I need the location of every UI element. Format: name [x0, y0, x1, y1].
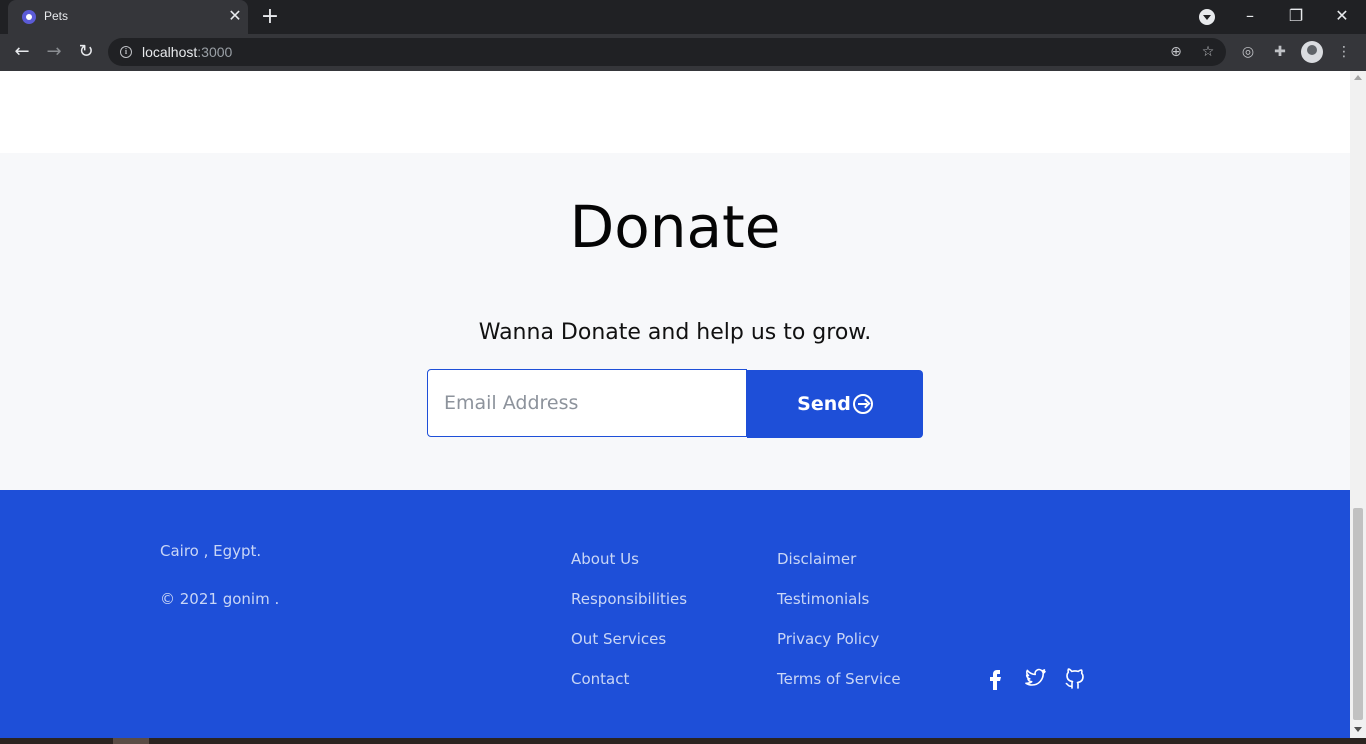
send-label: Send	[797, 393, 851, 415]
footer-link-services[interactable]: Out Services	[571, 630, 666, 648]
close-tab-icon[interactable]: ✕	[226, 7, 244, 25]
tab-title: Pets	[44, 9, 69, 23]
vertical-scrollbar[interactable]	[1350, 71, 1366, 738]
browser-toolbar: ← → ↻ i localhost:3000 ⊕ ☆ ◎ ✚ ⋮	[0, 34, 1366, 71]
site-footer: Cairo , Egypt. © 2021 gonim . About Us R…	[0, 490, 1350, 738]
tab-strip: Pets ✕ + – ❐ ✕	[0, 0, 1366, 34]
back-icon[interactable]: ←	[10, 40, 34, 64]
twitter-icon[interactable]	[1023, 666, 1047, 690]
profile-avatar[interactable]	[1301, 41, 1323, 63]
footer-link-terms-of-service[interactable]: Terms of Service	[777, 670, 901, 688]
footer-link-contact[interactable]: Contact	[571, 670, 629, 688]
scroll-down-arrow-icon[interactable]	[1354, 727, 1362, 732]
url-text: localhost:3000	[142, 44, 233, 60]
footer-copyright: © 2021 gonim .	[160, 590, 280, 608]
paw-favicon-icon	[22, 10, 36, 24]
forward-icon[interactable]: →	[42, 40, 66, 64]
extension-target-icon[interactable]: ◎	[1237, 41, 1259, 63]
donate-heading: Donate	[569, 193, 781, 261]
footer-link-disclaimer[interactable]: Disclaimer	[777, 550, 856, 568]
footer-link-about-us[interactable]: About Us	[571, 550, 639, 568]
address-bar[interactable]: i localhost:3000 ⊕ ☆	[108, 38, 1226, 66]
zoom-icon[interactable]: ⊕	[1166, 42, 1186, 62]
reload-icon[interactable]: ↻	[74, 40, 98, 64]
tab-search-icon[interactable]	[1199, 9, 1215, 25]
email-input[interactable]	[427, 369, 747, 437]
site-info-icon[interactable]: i	[120, 46, 132, 58]
browser-tab[interactable]: Pets ✕	[8, 0, 248, 34]
bookmark-star-icon[interactable]: ☆	[1198, 42, 1218, 62]
taskbar-item[interactable]	[113, 738, 149, 744]
minimize-icon[interactable]: –	[1238, 4, 1262, 28]
menu-kebab-icon[interactable]: ⋮	[1333, 41, 1355, 63]
os-taskbar	[0, 738, 1366, 744]
extensions-puzzle-icon[interactable]: ✚	[1269, 41, 1291, 63]
scroll-thumb[interactable]	[1353, 508, 1363, 720]
arrow-circle-right-icon	[852, 394, 873, 414]
footer-location: Cairo , Egypt.	[160, 542, 262, 560]
donate-section: Donate Wanna Donate and help us to grow.…	[0, 153, 1350, 490]
scroll-up-arrow-icon[interactable]	[1354, 75, 1362, 80]
donate-subtitle: Wanna Donate and help us to grow.	[478, 320, 872, 345]
footer-link-testimonials[interactable]: Testimonials	[777, 590, 869, 608]
footer-link-responsibilities[interactable]: Responsibilities	[571, 590, 687, 608]
github-icon[interactable]	[1063, 666, 1087, 690]
footer-link-privacy-policy[interactable]: Privacy Policy	[777, 630, 879, 648]
page-viewport: Donate Wanna Donate and help us to grow.…	[0, 71, 1350, 738]
new-tab-button[interactable]: +	[260, 6, 280, 28]
close-window-icon[interactable]: ✕	[1330, 4, 1354, 28]
send-button[interactable]: Send	[747, 370, 923, 438]
restore-icon[interactable]: ❐	[1284, 4, 1308, 28]
facebook-icon[interactable]	[983, 666, 1007, 690]
